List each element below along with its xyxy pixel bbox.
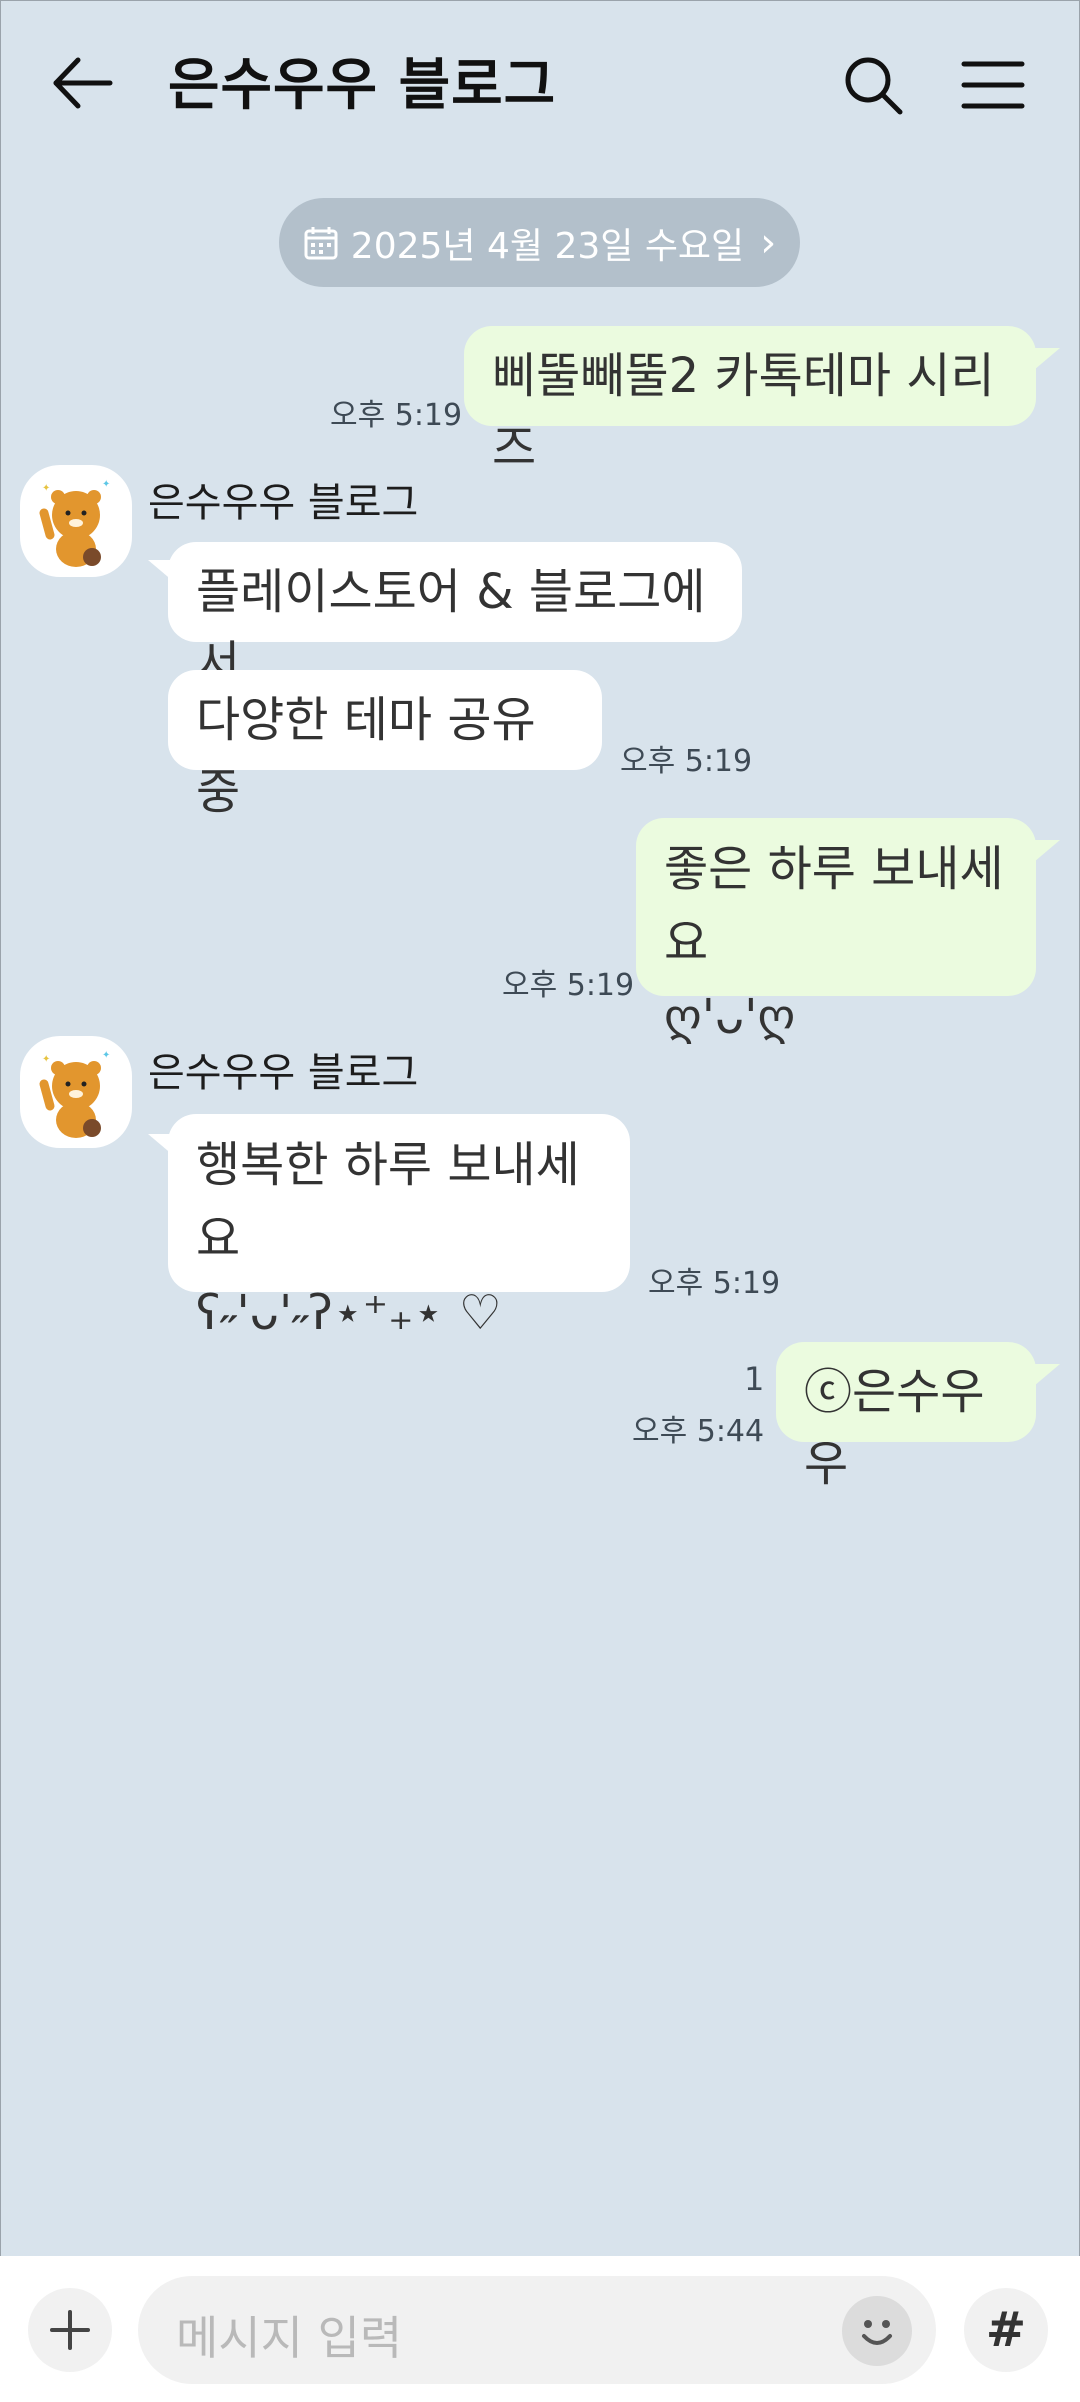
search-icon [845, 57, 903, 115]
message-time: 오후 5:44 [632, 1414, 765, 1449]
their-message-bubble[interactable]: 다양한 테마 공유 중 [168, 670, 602, 820]
unread-count: 1 [744, 1360, 765, 1398]
svg-text:✦: ✦ [42, 483, 50, 494]
date-label: 2025년 4월 23일 수요일 [350, 225, 745, 267]
message-time: 오후 5:19 [648, 1266, 781, 1301]
my-message-bubble[interactable]: 좋은 하루 보내세요 ღ'ᴗ'ღ [636, 818, 1036, 1045]
message-text: 다양한 테마 공유 중 [196, 692, 536, 820]
svg-text:✦: ✦ [42, 1054, 50, 1065]
hamburger-menu-icon [961, 61, 1025, 109]
svg-text:✦: ✦ [102, 1050, 110, 1061]
search-button[interactable] [840, 52, 906, 118]
emoji-button[interactable] [842, 2296, 912, 2366]
smiley-icon [862, 2320, 892, 2345]
message-input[interactable]: 메시지 입력 [138, 2276, 936, 2384]
chevron-right-icon: › [760, 219, 777, 266]
sender-name: 은수우우 블로그 [148, 1050, 419, 1096]
plus-icon [50, 2310, 90, 2350]
message-text-line: ღ'ᴗ'ღ [664, 989, 796, 1045]
date-divider[interactable]: 2025년 4월 23일 수요일 › [279, 198, 800, 287]
message-input-placeholder: 메시지 입력 [176, 2311, 403, 2365]
their-message-bubble[interactable]: 행복한 하루 보내세요 ʕ˶'ᴗ'˶ʔ⋆⁺₊⋆ ♡ [168, 1114, 630, 1341]
lion-character-avatar: ✦ ✦ [39, 479, 110, 567]
calendar-icon [304, 226, 338, 259]
hashtag-button[interactable]: # [964, 2288, 1048, 2372]
bubble-tail [1034, 1364, 1060, 1386]
chat-header: 은수우우 블로그 [0, 0, 1080, 165]
menu-button[interactable] [958, 52, 1028, 118]
avatar[interactable]: ✦ ✦ [20, 1036, 132, 1148]
message-text-line: ʕ˶'ᴗ'˶ʔ⋆⁺₊⋆ ♡ [196, 1285, 502, 1341]
back-button[interactable] [48, 48, 118, 118]
message-text-line: 좋은 하루 보내세요 [664, 841, 1004, 971]
arrow-left-icon [53, 57, 113, 109]
message-text: ⓒ은수우우 [804, 1364, 985, 1492]
message-composer: 메시지 입력 # [0, 2256, 1080, 2402]
message-time: 오후 5:19 [330, 398, 463, 433]
sender-name: 은수우우 블로그 [148, 480, 419, 526]
their-message-bubble[interactable]: 플레이스토어 & 블로그에서 [168, 542, 742, 692]
message-text-line: 행복한 하루 보내세요 [196, 1137, 580, 1267]
bubble-tail [1034, 348, 1060, 370]
chat-title: 은수우우 블로그 [168, 53, 557, 118]
message-time: 오후 5:19 [620, 744, 753, 779]
my-message-bubble[interactable]: 삐뚤빼뚤2 카톡테마 시리즈 [464, 326, 1036, 476]
attach-button[interactable] [28, 2288, 112, 2372]
lion-character-avatar: ✦ ✦ [39, 1050, 110, 1138]
hash-icon: # [985, 2302, 1027, 2358]
my-message-bubble[interactable]: ⓒ은수우우 [776, 1342, 1036, 1492]
bubble-tail [1034, 840, 1060, 862]
svg-text:✦: ✦ [102, 479, 110, 490]
avatar[interactable]: ✦ ✦ [20, 465, 132, 577]
message-time: 오후 5:19 [502, 968, 635, 1003]
message-text: 삐뚤빼뚤2 카톡테마 시리즈 [492, 348, 995, 476]
